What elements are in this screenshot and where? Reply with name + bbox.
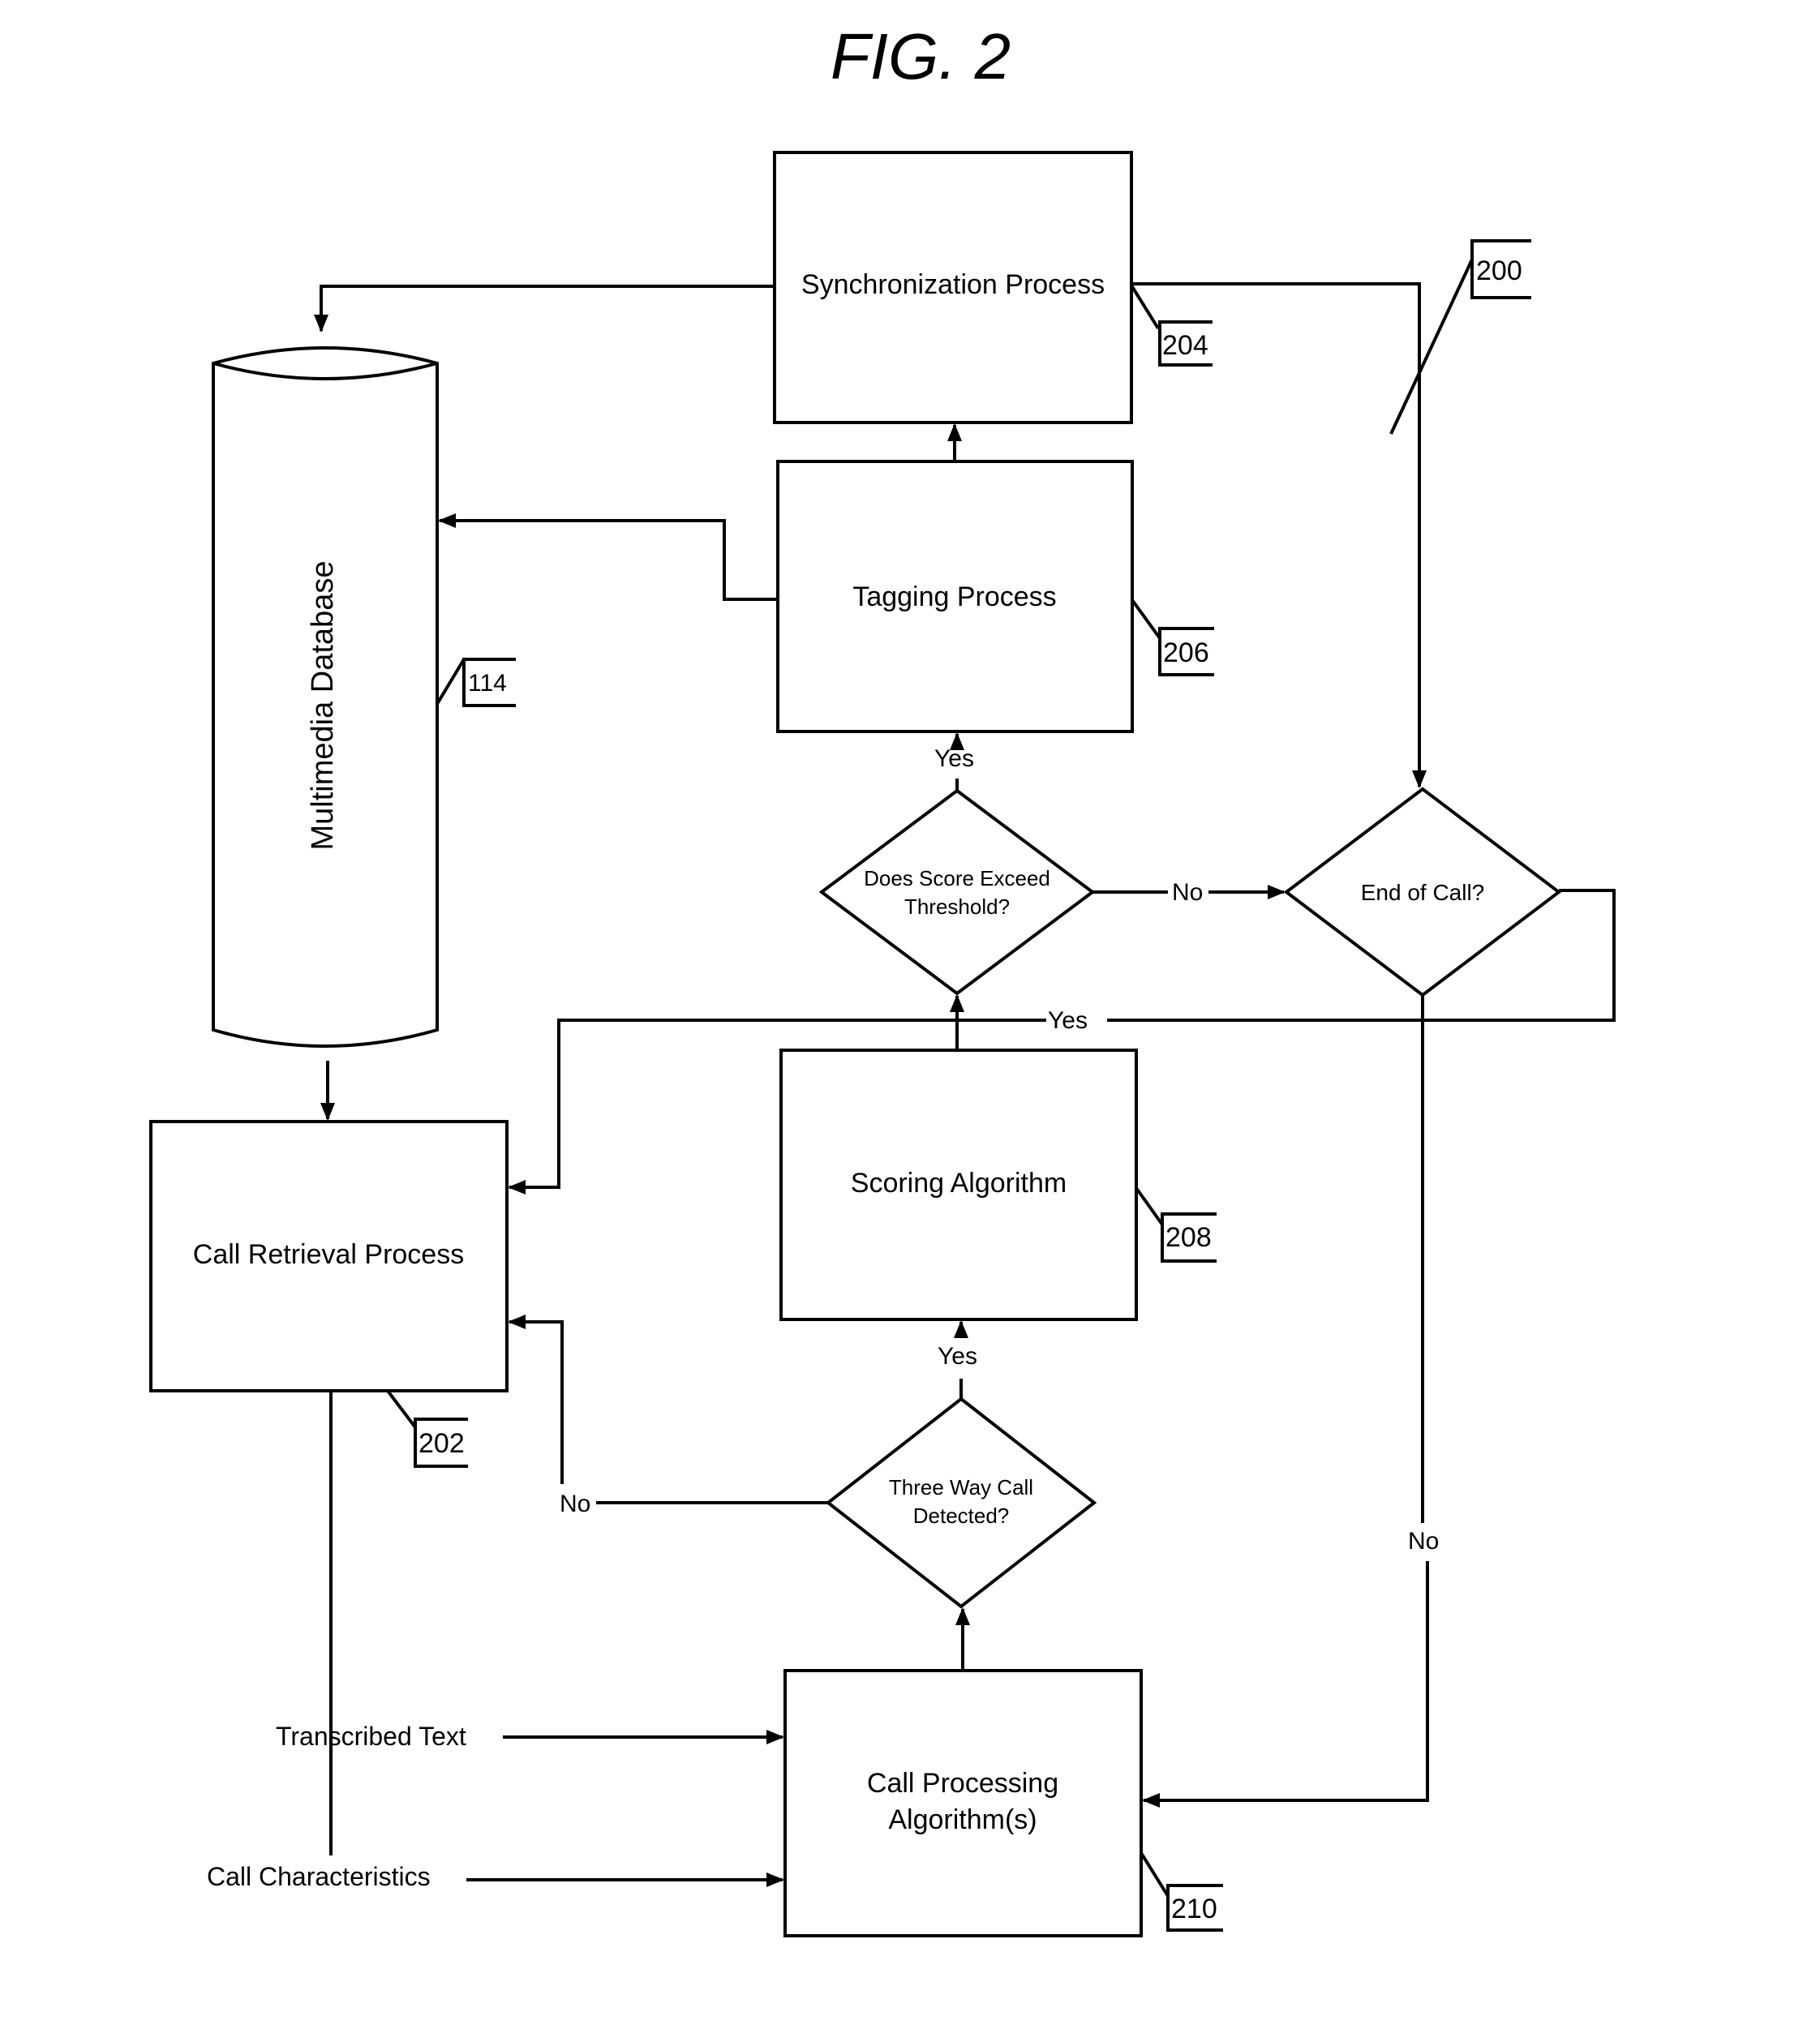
end-decision-label: End of Call? (1361, 880, 1485, 905)
leader-line (1389, 259, 1474, 435)
ref-202: 202 (419, 1428, 465, 1459)
tagging-process-label: Tagging Process (852, 581, 1056, 612)
tagging-process-box: Tagging Process (776, 460, 1134, 733)
sync-ref-callout: 204 (1130, 284, 1213, 367)
ref-206: 206 (1163, 637, 1209, 668)
call-retrieval-label: Call Retrieval Process (193, 1239, 464, 1270)
call-processing-label-line2: Algorithm(s) (888, 1804, 1037, 1835)
score-decision-line1: Does Score Exceed (864, 866, 1050, 890)
multimedia-database: Multimedia Database (212, 346, 439, 1048)
edge-tagging-to-database (438, 513, 778, 601)
score-threshold-decision: Does Score Exceed Threshold? (818, 788, 1096, 996)
tagging-ref-callout: 206 (1131, 598, 1214, 676)
scoring-algorithm-label: Scoring Algorithm (851, 1168, 1067, 1199)
score-no-label: No (1172, 879, 1203, 906)
call-processing-box: Call Processing Algorithm(s) (783, 1669, 1143, 1937)
score-decision-line2: Threshold? (904, 894, 1010, 919)
three-way-decision-line1: Three Way Call (889, 1475, 1033, 1499)
call-retrieval-box: Call Retrieval Process (149, 1120, 509, 1392)
ref-114: 114 (468, 670, 507, 697)
edge-three-way-no-to-retrieval (508, 1315, 564, 1484)
transcribed-text-label: Transcribed Text (276, 1722, 466, 1751)
three-way-yes-label: Yes (938, 1343, 977, 1370)
call-processing-label-line1: Call Processing (867, 1768, 1058, 1799)
call-retrieval-ref-callout: 202 (386, 1389, 468, 1468)
three-way-no-label: No (560, 1491, 590, 1517)
scoring-algorithm-box: Scoring Algorithm (779, 1049, 1138, 1321)
database-ref-callout: 114 (436, 658, 516, 707)
end-of-call-decision: End of Call? (1283, 787, 1562, 997)
score-yes-label: Yes (934, 745, 974, 772)
ref-208: 208 (1165, 1222, 1212, 1253)
database-label: Multimedia Database (306, 561, 340, 851)
end-yes-label: Yes (1048, 1007, 1088, 1034)
flowchart: FIG. 2 200 Multimedia Database 114 Synch… (149, 20, 1616, 1937)
call-characteristics-label: Call Characteristics (207, 1862, 431, 1891)
edge-end-no-to-call-processing (1142, 1561, 1429, 1808)
figure-reference: 200 (1389, 239, 1531, 435)
edge-sync-to-database (314, 285, 775, 332)
end-no-label: No (1408, 1528, 1439, 1555)
three-way-decision-line2: Detected? (913, 1504, 1010, 1528)
sync-process-box: Synchronization Process (773, 151, 1133, 424)
sync-process-label: Synchronization Process (801, 269, 1105, 300)
ref-210: 210 (1171, 1894, 1217, 1924)
ref-204: 204 (1162, 330, 1208, 361)
reference-number: 200 (1476, 255, 1522, 286)
scoring-ref-callout: 208 (1135, 1186, 1217, 1263)
three-way-call-decision: Three Way Call Detected? (825, 1396, 1097, 1609)
call-processing-ref-callout: 210 (1140, 1851, 1223, 1932)
figure-title: FIG. 2 (831, 20, 1011, 92)
